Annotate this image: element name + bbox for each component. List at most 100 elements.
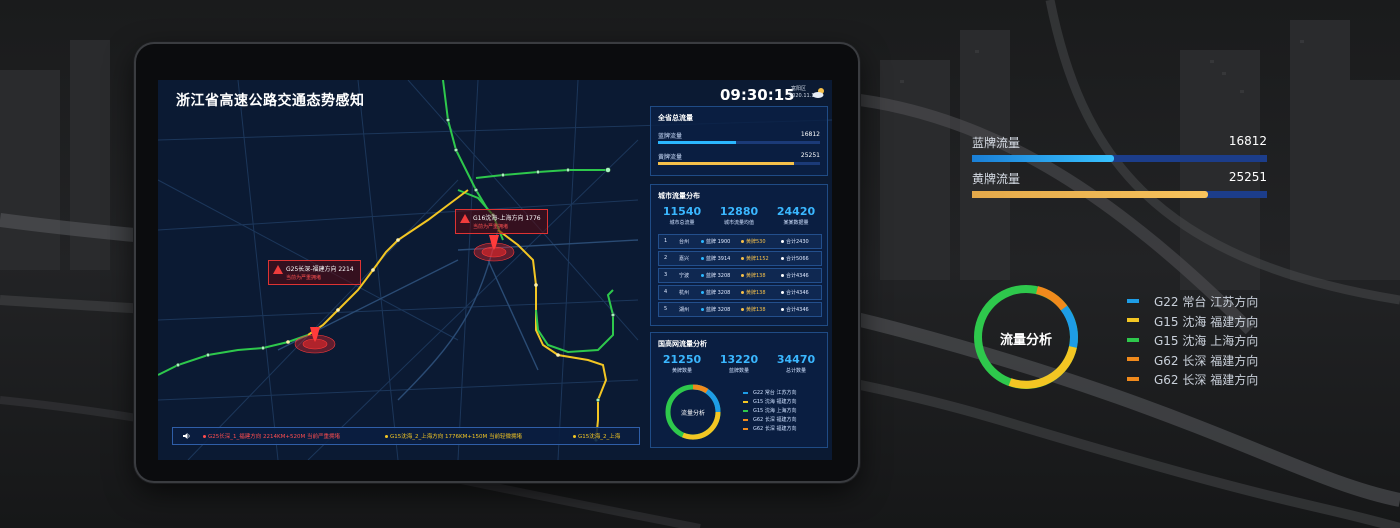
city-blue-count: 蓝牌 3208 (706, 273, 731, 279)
blue-plate-value: 16812 (800, 131, 820, 138)
stat-yellow-count: 21250 黄牌数量 (655, 353, 709, 374)
yellow-plate-bar (658, 162, 820, 165)
city-row[interactable]: 2 嘉兴 蓝牌 3914 黄牌1152 合计5066 (658, 251, 822, 266)
national-flow-panel: 国高网流量分析 21250 黄牌数量 13220 蓝牌数量 34470 总计数量… (650, 332, 828, 448)
big-legend-item: G22 常台 江苏方向 (1127, 293, 1258, 313)
legend-road: G22 (753, 390, 764, 396)
city-blue-count: 蓝牌 3914 (706, 256, 731, 262)
panel-title: 城市流量分布 (658, 192, 700, 200)
ticker-message-2: G15沈海_2_上海方向 1776KM+150M 当前轻微拥堵 (385, 432, 522, 440)
city-row[interactable]: 1 台州 蓝牌 1900 黄牌530 合计2430 (658, 234, 822, 249)
city-yellow-count: 黄牌138 (746, 307, 766, 313)
city-total: 合计5066 (786, 256, 809, 262)
yellow-dot-icon (573, 435, 576, 438)
alert-g25-popup[interactable]: G25长深-福建方向 2214 当前为严重拥堵 (268, 260, 361, 285)
city-total: 合计2430 (786, 239, 809, 245)
mini-legend-item: G15 沈海 福建方向 (743, 398, 823, 405)
legend-swatch (743, 409, 748, 412)
legend-city: 常台 (764, 390, 775, 396)
stat-label: 总计数量 (785, 368, 806, 374)
city-row[interactable]: 3 宁波 蓝牌 3208 黄牌138 合计4346 (658, 268, 822, 283)
legend-swatch (1127, 337, 1139, 342)
blue-dot-icon (701, 291, 704, 294)
yellow-dot-icon (741, 257, 744, 260)
clock-time: 09:30:15 (720, 86, 795, 104)
yellow-dot-icon (741, 291, 744, 294)
city-total: 合计4346 (786, 290, 809, 296)
legend-swatch (1127, 318, 1139, 322)
legend-swatch (743, 391, 748, 394)
stat-value: 12880 (719, 205, 759, 218)
alert-title: G25长深-福建方向 2214 (286, 266, 354, 273)
mini-legend-item: G62 长深 福建方向 (743, 425, 823, 432)
city-name: 台州 (679, 239, 690, 245)
white-dot-icon (781, 274, 784, 277)
legend-swatch (1127, 298, 1139, 303)
city-blue-count: 蓝牌 3208 (706, 290, 731, 296)
legend-road: G62 (753, 417, 764, 423)
city-row[interactable]: 5 湖州 蓝牌 3208 黄牌138 合计4346 (658, 302, 822, 317)
city-total: 合计4346 (786, 273, 809, 279)
big-yellow-value: 25251 (1228, 170, 1267, 184)
alert-g16-popup[interactable]: G16沈海-上海方向 1776 当前为严重拥堵 (455, 209, 548, 234)
city-yellow-count: 黄牌138 (746, 290, 766, 296)
legend-swatch (743, 418, 748, 421)
dashboard-screen: 浙江省高速公路交通态势感知 09:30:15 富阳区 2020.11.11 G1… (158, 80, 832, 460)
warning-icon (273, 265, 283, 274)
big-legend-item: G15 沈海 上海方向 (1127, 332, 1258, 352)
panel-title: 国高网流量分析 (658, 340, 707, 348)
yellow-dot-icon (741, 308, 744, 311)
city-rank: 5 (664, 306, 668, 312)
stat-value: 13220 (719, 353, 759, 366)
legend-road: G15 (753, 399, 764, 405)
big-yellow-bar-fill (972, 191, 1208, 198)
ticker-message-3: G15沈海_2_上海 (573, 432, 620, 440)
stat-label: 某某数据量 (783, 220, 809, 226)
legend-direction: 江苏方向 (776, 390, 797, 396)
stat-value: 21250 (662, 353, 702, 366)
big-yellow-bar (972, 191, 1267, 198)
blue-plate-bar-fill (658, 141, 736, 144)
yellow-plate-value: 25251 (800, 152, 820, 159)
panel-title: 全省总流量 (658, 114, 693, 122)
city-blue-count: 蓝牌 3208 (706, 307, 731, 313)
blue-dot-icon (701, 308, 704, 311)
stat-label: 黄牌数量 (671, 368, 692, 374)
city-name: 湖州 (679, 307, 690, 313)
legend-direction: 上海方向 (776, 408, 797, 414)
warning-icon (460, 214, 470, 223)
big-legend-item: G62 长深 福建方向 (1127, 352, 1258, 372)
big-donut-label: 流量分析 (999, 333, 1052, 348)
stat-city-mean: 12880 城市流量均值 (712, 205, 766, 226)
big-legend: G22 常台 江苏方向 G15 沈海 福建方向 G15 沈海 上海方向 G62 … (1127, 293, 1258, 391)
speaker-icon[interactable] (183, 432, 191, 440)
city-yellow-count: 黄牌1152 (746, 256, 769, 262)
white-dot-icon (781, 257, 784, 260)
yellow-dot-icon (741, 240, 744, 243)
white-dot-icon (781, 308, 784, 311)
stat-label: 蓝牌数量 (728, 368, 749, 374)
city-yellow-count: 黄牌138 (746, 273, 766, 279)
city-yellow-count: 黄牌530 (746, 239, 766, 245)
legend-swatch (743, 427, 748, 430)
city-name: 嘉兴 (679, 256, 690, 262)
mini-legend-item: G62 长深 福建方向 (743, 416, 823, 423)
big-blue-bar (972, 155, 1267, 162)
red-dot-icon (203, 435, 206, 438)
city-name: 宁波 (679, 273, 690, 279)
city-name: 杭州 (679, 290, 690, 296)
blue-plate-label: 蓝牌流量 (658, 133, 683, 140)
big-legend-item: G62 长深 福建方向 (1127, 371, 1258, 391)
city-blue-count: 蓝牌 1900 (706, 239, 731, 245)
stat-value: 24420 (776, 205, 816, 218)
big-legend-item: G15 沈海 福建方向 (1127, 313, 1258, 333)
alert-ticker[interactable]: G25长深_1_福建方向 2214KM+520M 当前严重拥堵 G15沈海_2_… (172, 427, 640, 445)
city-row[interactable]: 4 杭州 蓝牌 3208 黄牌138 合计4346 (658, 285, 822, 300)
city-rank: 1 (664, 238, 668, 244)
big-blue-bar-fill (972, 155, 1114, 162)
city-rank: 3 (664, 272, 668, 278)
city-rank: 2 (664, 255, 668, 261)
legend-city: 长深 (764, 426, 775, 432)
yellow-plate-label: 黄牌流量 (658, 154, 683, 161)
blue-dot-icon (701, 240, 704, 243)
